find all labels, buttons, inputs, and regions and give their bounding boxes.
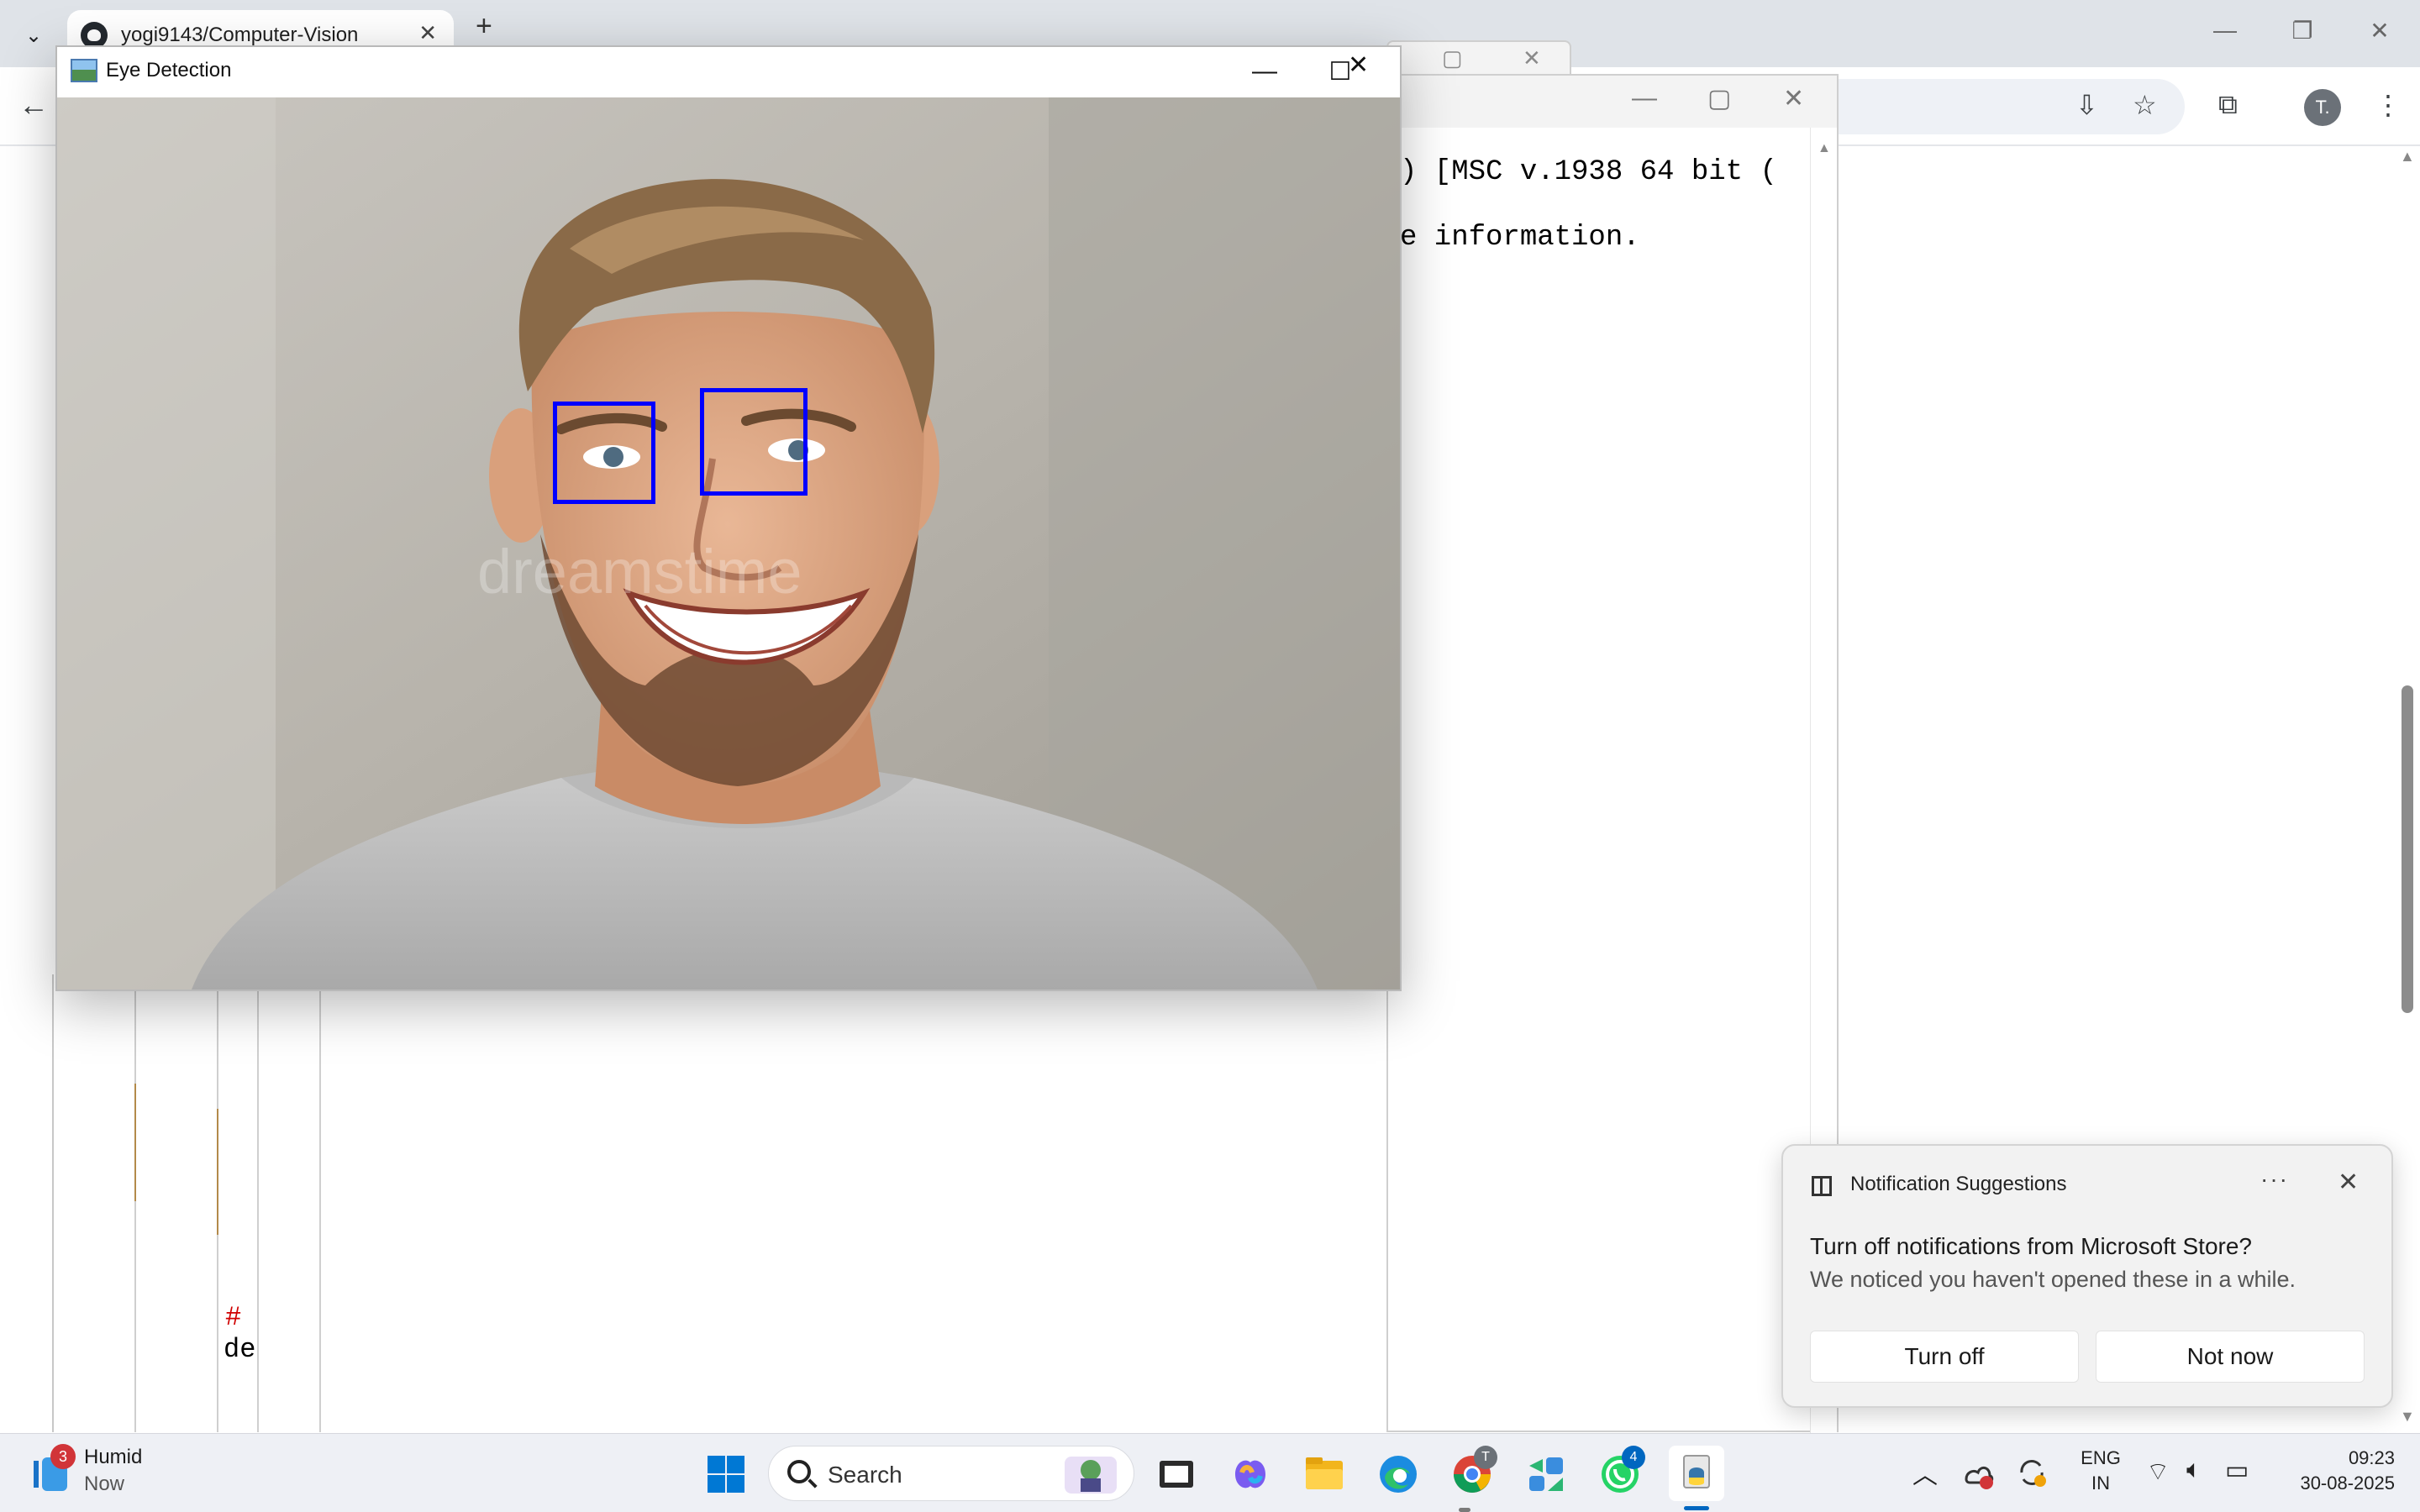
scroll-down-arrow-icon[interactable]: ▼	[2400, 1408, 2415, 1425]
back-arrow-icon[interactable]: ←	[18, 87, 49, 123]
input-language-indicator[interactable]: ENG IN	[2075, 1446, 2126, 1496]
browser-tab-title: yogi9143/Computer-Vision	[121, 24, 359, 46]
minimize-button[interactable]: —	[1227, 52, 1302, 91]
python-icon	[1683, 1455, 1710, 1488]
chevron-down-icon: ⌄	[24, 24, 43, 47]
page-scrollbar[interactable]: ▲ ▼	[2395, 148, 2418, 1433]
editor-marker	[134, 1084, 136, 1201]
edge-browser-icon[interactable]	[1373, 1449, 1423, 1499]
notification-body: We noticed you haven't opened these in a…	[1810, 1267, 2296, 1292]
notification-app-name: Notification Suggestions	[1850, 1173, 2067, 1195]
close-icon[interactable]: ✕	[2338, 1168, 2359, 1197]
taskbar: 3 Humid Now Search T 4 ︿ ENG IN ⌔ 🔈︎ ▭ 0…	[0, 1433, 2420, 1512]
editor-gutter-line	[134, 974, 136, 1432]
close-button[interactable]	[1380, 52, 1430, 91]
battery-icon: ▭	[2225, 1457, 2249, 1484]
window-titlebar[interactable]: Eye Detection — ☐	[57, 47, 1400, 96]
notification-app-icon	[1812, 1176, 1832, 1196]
notification-toast: Notification Suggestions ··· ✕ Turn off …	[1781, 1144, 2393, 1408]
taskbar-search[interactable]: Search	[768, 1446, 1134, 1501]
close-icon[interactable]: ✕	[418, 20, 437, 46]
image-viewer-icon	[71, 59, 97, 82]
clock-time: 09:23	[2348, 1447, 2395, 1468]
language-code: ENG	[2081, 1447, 2121, 1468]
detection-image: dreamstime	[57, 97, 1400, 990]
scroll-up-arrow-icon[interactable]: ▲	[1818, 141, 1831, 156]
window-title: Eye Detection	[106, 59, 232, 81]
detection-box-right-eye	[700, 388, 808, 496]
minimize-icon[interactable]: —	[1632, 84, 1657, 113]
task-view-icon[interactable]	[1151, 1449, 1202, 1499]
active-app-indicator	[1684, 1506, 1709, 1510]
weather-alert-badge: 3	[50, 1444, 76, 1469]
volume-icon: 🔈︎	[2186, 1456, 2202, 1483]
extensions-icon[interactable]: ⧉	[2218, 89, 2238, 121]
notification-heading: Turn off notifications from Microsoft St…	[1810, 1233, 2252, 1259]
file-explorer-icon[interactable]	[1299, 1449, 1349, 1499]
console-titlebar: — ▢ ✕	[1388, 76, 1837, 128]
search-highlight-icon	[1065, 1457, 1117, 1494]
close-icon[interactable]: ✕	[1783, 84, 1804, 113]
editor-gutter-line	[319, 974, 321, 1432]
system-clock[interactable]: 09:23 30-08-2025	[2269, 1446, 2395, 1496]
editor-gutter-line	[257, 974, 259, 1432]
clock-date: 30-08-2025	[2300, 1473, 2395, 1494]
wifi-icon: ⌔	[2146, 1458, 2170, 1486]
search-icon	[787, 1460, 811, 1483]
sync-icon[interactable]	[2015, 1456, 2049, 1489]
code-comment: #	[225, 1302, 242, 1333]
minimize-icon[interactable]: —	[2208, 17, 2242, 44]
restore-icon[interactable]: ❐	[2286, 17, 2319, 45]
turn-off-button[interactable]: Turn off	[1810, 1331, 2079, 1383]
portrait-photo: dreamstime	[57, 97, 1400, 990]
python-app-button[interactable]	[1669, 1446, 1724, 1501]
minimize-icon: —	[1252, 57, 1277, 85]
weather-subtitle: Now	[84, 1473, 125, 1495]
python-console-window: — ▢ ✕ ) [MSC v.1938 64 bit ( e informati…	[1386, 74, 1839, 1434]
onedrive-error-icon[interactable]	[1961, 1457, 1995, 1491]
tab-search-button[interactable]: ⌄	[17, 18, 50, 52]
console-output-line: ) [MSC v.1938 64 bit (	[1400, 156, 1777, 188]
menu-kebab-icon[interactable]: ⋮	[2375, 89, 2402, 121]
code-editor-window: # de	[52, 974, 321, 1432]
chevron-up-icon[interactable]: ︿	[1912, 1454, 1938, 1491]
restore-icon[interactable]: ▢	[1442, 45, 1463, 71]
console-output-line: e information.	[1400, 222, 1640, 254]
start-windows-icon[interactable]	[701, 1449, 751, 1499]
not-now-button[interactable]: Not now	[2096, 1331, 2365, 1383]
running-indicator	[1459, 1508, 1470, 1512]
eye-detection-window: Eye Detection — ☐ dreamstime	[55, 45, 1402, 991]
search-placeholder: Search	[828, 1462, 902, 1488]
close-icon[interactable]: ✕	[1523, 45, 1541, 71]
editor-marker	[217, 1109, 218, 1235]
scroll-up-arrow-icon[interactable]: ▲	[2400, 148, 2415, 165]
chrome-profile-badge: T	[1474, 1446, 1497, 1469]
code-text: de	[224, 1334, 256, 1365]
scrollbar-thumb[interactable]	[2402, 685, 2413, 1013]
close-icon[interactable]: ✕	[1348, 50, 1369, 80]
microsoft-store-icon[interactable]	[1521, 1449, 1571, 1499]
photo-watermark: dreamstime	[477, 537, 802, 606]
detection-box-left-eye	[553, 402, 655, 504]
language-region: IN	[2091, 1473, 2110, 1494]
copilot-icon[interactable]	[1225, 1449, 1276, 1499]
install-app-icon[interactable]: ⇩	[2075, 89, 2098, 121]
star-icon[interactable]: ☆	[2133, 89, 2157, 121]
weather-title: Humid	[84, 1446, 143, 1468]
new-tab-button[interactable]: +	[476, 10, 492, 43]
whatsapp-unread-badge: 4	[1622, 1446, 1645, 1469]
close-icon[interactable]: ✕	[2363, 17, 2396, 45]
profile-avatar[interactable]: T.	[2304, 89, 2341, 126]
more-options-icon[interactable]: ···	[2260, 1166, 2289, 1193]
maximize-icon[interactable]: ▢	[1707, 84, 1731, 113]
